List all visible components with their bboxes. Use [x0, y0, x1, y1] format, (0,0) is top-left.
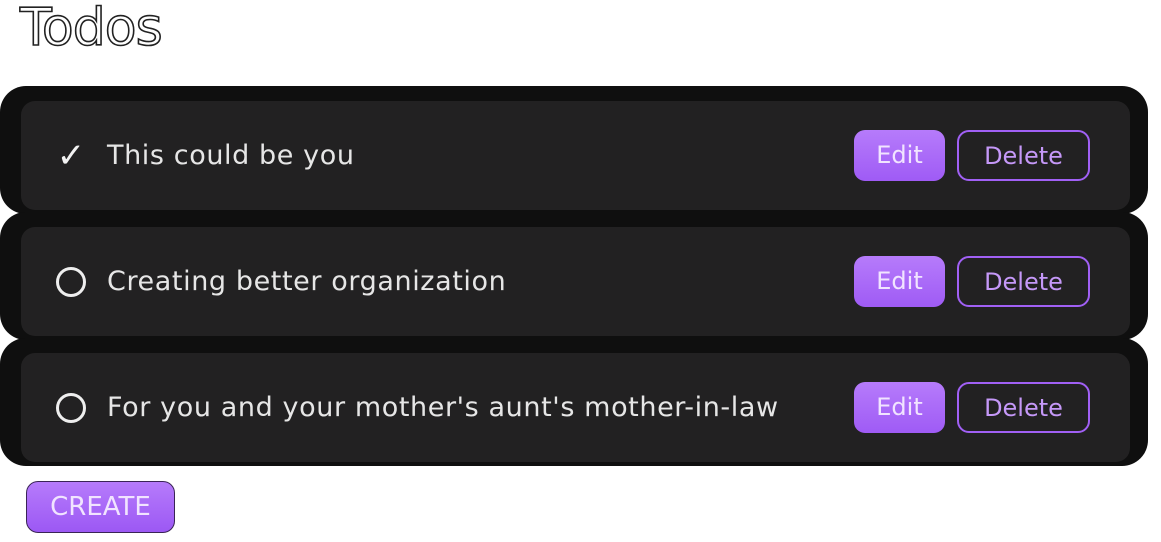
todo-app: Todos ✓ This could be you Edit Delete Cr… [0, 0, 1161, 542]
delete-button[interactable]: Delete [957, 382, 1090, 433]
circle-icon [56, 267, 86, 297]
todo-card: Creating better organization Edit Delete [21, 227, 1130, 336]
delete-button[interactable]: Delete [957, 130, 1090, 181]
todo-card: For you and your mother's aunt's mother-… [21, 353, 1130, 462]
todo-text: Creating better organization [107, 266, 507, 297]
todo-card: ✓ This could be you Edit Delete [21, 101, 1130, 210]
edit-button[interactable]: Edit [854, 130, 945, 181]
edit-button[interactable]: Edit [854, 256, 945, 307]
todo-item: Creating better organization Edit Delete [0, 212, 1148, 340]
todo-list: ✓ This could be you Edit Delete Creating… [0, 86, 1151, 466]
create-button[interactable]: CREATE [26, 481, 175, 533]
circle-icon [56, 393, 86, 423]
checkmark-icon: ✓ [56, 136, 86, 176]
edit-button[interactable]: Edit [854, 382, 945, 433]
todo-toggle[interactable] [53, 390, 89, 426]
page-title: Todos [19, 0, 163, 59]
todo-text: For you and your mother's aunt's mother-… [107, 392, 779, 423]
todo-text: This could be you [107, 140, 355, 171]
todo-toggle[interactable]: ✓ [53, 138, 89, 174]
todo-toggle[interactable] [53, 264, 89, 300]
delete-button[interactable]: Delete [957, 256, 1090, 307]
todo-item: ✓ This could be you Edit Delete [0, 86, 1148, 214]
todo-item: For you and your mother's aunt's mother-… [0, 338, 1148, 466]
